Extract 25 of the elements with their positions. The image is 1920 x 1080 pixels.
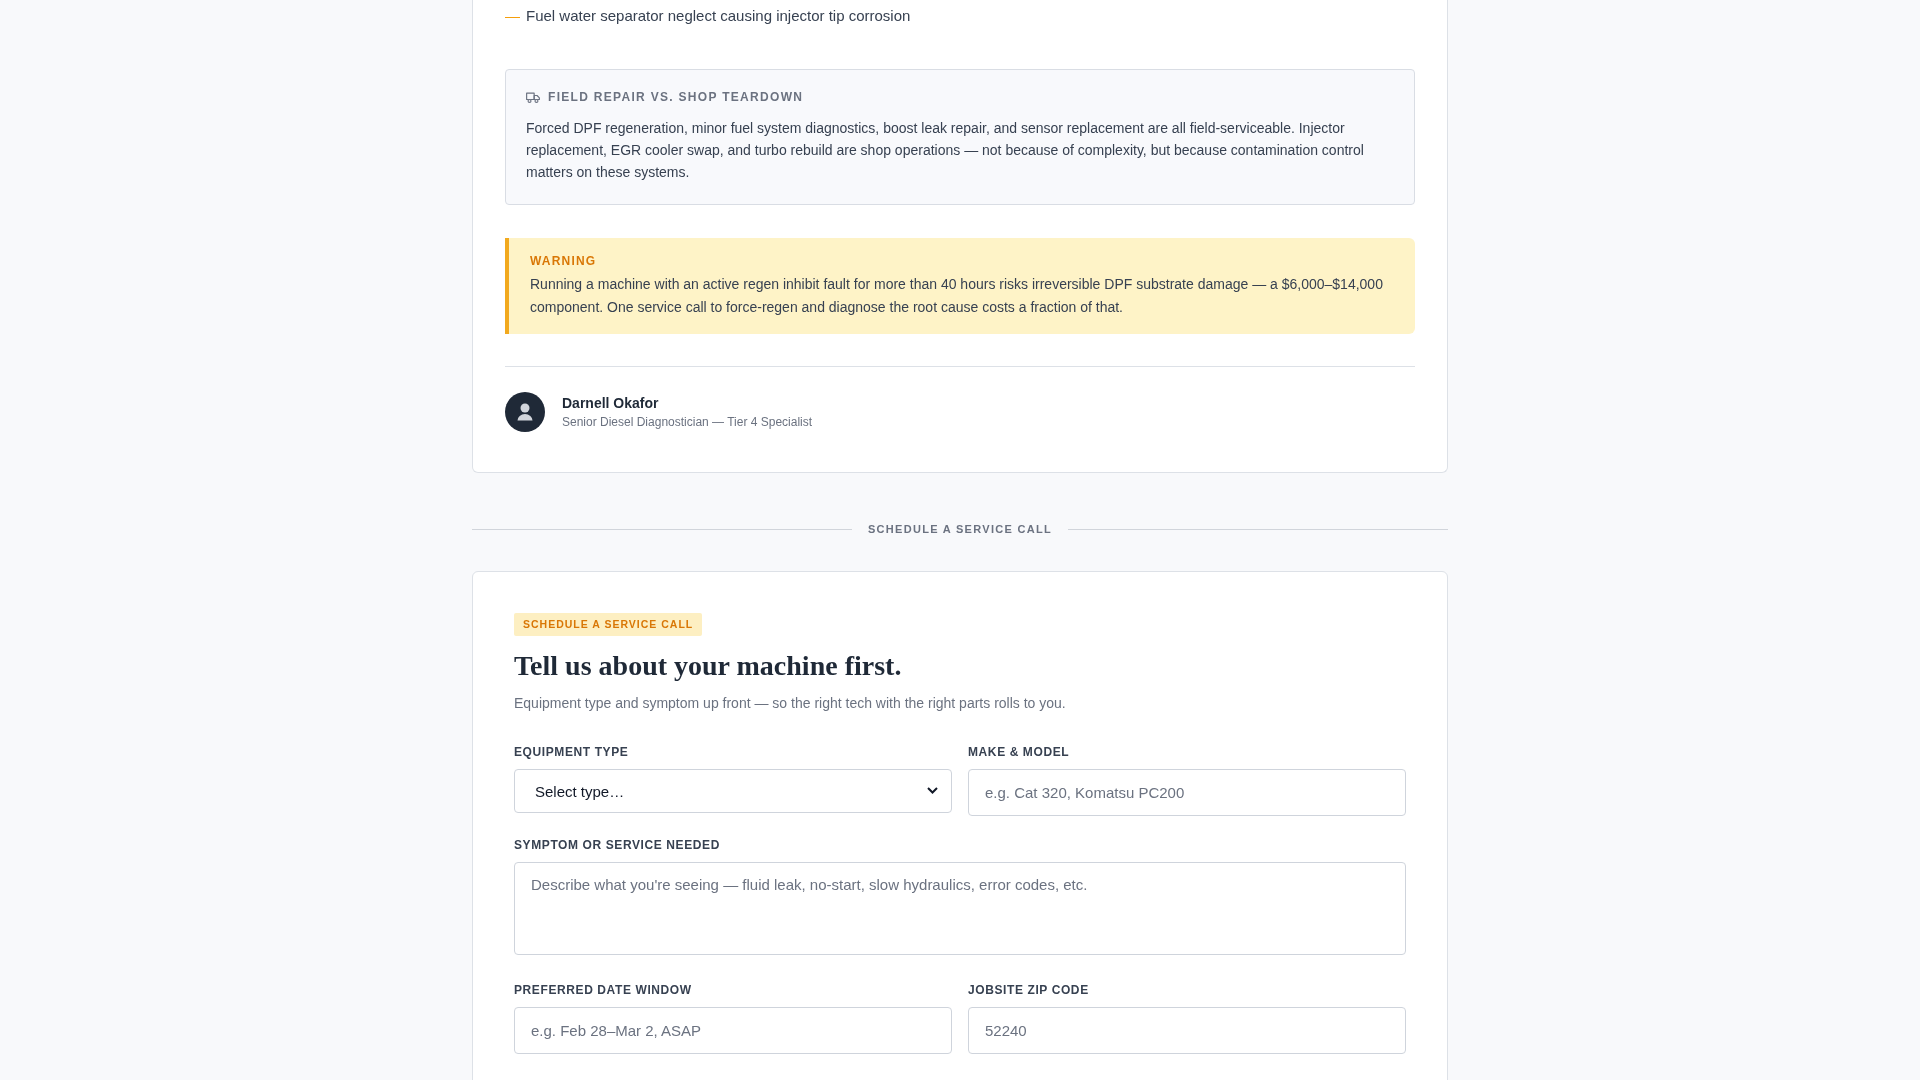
form-title: Tell us about your machine first. bbox=[514, 649, 903, 683]
input-field[interactable]: e.g. Cat 320, Komatsu PC200 bbox=[968, 769, 1406, 816]
text-area-field[interactable]: Describe what you're seeing — fluid leak, no-start, slow hydraulics, error codes, etc. bbox=[514, 862, 1406, 955]
input-field[interactable]: e.g. Feb 28–Mar 2, ASAP bbox=[514, 1007, 952, 1054]
input-field[interactable]: 52240 bbox=[968, 1007, 1406, 1054]
field-label: MAKE & MODEL bbox=[968, 745, 1071, 759]
dropdown-field[interactable]: Select type… bbox=[514, 769, 952, 813]
callout-text: Forced DPF regeneration, minor fuel system diagnostics, boost leak repair, and sensor replacement are all field-serviceable. Injector replacement, EGR cooler swap, and turbo rebuild are shop operations — not because of complexity, but because contamination control matters on these systems. bbox=[526, 119, 1365, 182]
form-badge: SCHEDULE A SERVICE CALL bbox=[514, 613, 703, 636]
form-subtitle: Equipment type and symptom up front — so the right tech with the right parts rolls to you. bbox=[514, 694, 1067, 713]
warning-text: Running a machine with an active regen inhibit fault for more than 40 hours risks irreversible DPF substrate damage — a $6,000–$14,000 component. One service call to force-regen and diagnose the root cause costs a fraction of that. bbox=[530, 275, 1384, 317]
callout-title: FIELD REPAIR VS. SHOP TEARDOWN bbox=[548, 89, 804, 105]
warning-label: WARNING bbox=[530, 253, 598, 269]
author-role: Senior Diesel Diagnostician — Tier 4 Specialist bbox=[562, 414, 813, 430]
list-item-text: Fuel water separator neglect causing injector tip corrosion bbox=[526, 6, 911, 26]
avatar-icon bbox=[505, 392, 545, 432]
chevron-down-icon bbox=[927, 787, 938, 794]
author-name: Darnell Okafor bbox=[562, 394, 660, 412]
section-heading: SCHEDULE A SERVICE CALL bbox=[867, 522, 1053, 536]
field-label: SYMPTOM OR SERVICE NEEDED bbox=[514, 838, 721, 852]
truck-icon bbox=[526, 91, 540, 103]
field-label: PREFERRED DATE WINDOW bbox=[514, 983, 693, 997]
field-label: JOBSITE ZIP CODE bbox=[968, 983, 1090, 997]
dash-bullet: — bbox=[505, 6, 520, 26]
field-label: EQUIPMENT TYPE bbox=[514, 745, 630, 759]
